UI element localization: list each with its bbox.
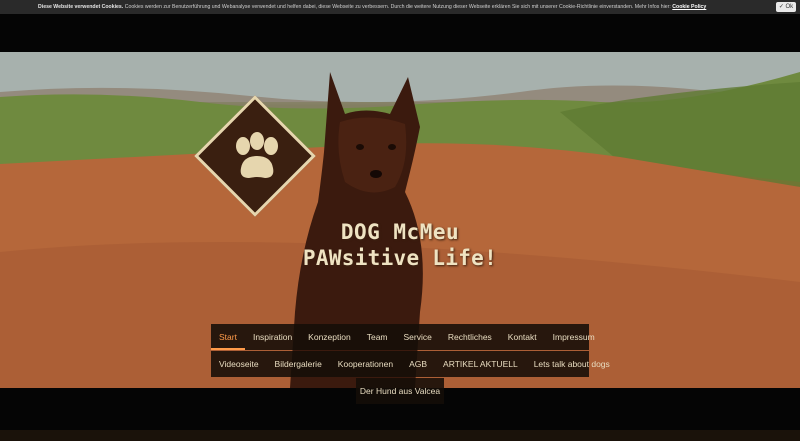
site-subtitle: PAWsitive Life! bbox=[302, 246, 498, 270]
nav-item-impressum[interactable]: Impressum bbox=[545, 324, 603, 350]
cookie-heading: Diese Website verwendet Cookies. bbox=[38, 4, 124, 10]
nav-item-lets-talk-about-dogs[interactable]: Lets talk about dogs bbox=[526, 351, 618, 377]
nav-item-service[interactable]: Service bbox=[396, 324, 440, 350]
cookie-ok-label: Ok bbox=[785, 4, 794, 10]
check-icon: ✓ bbox=[778, 4, 784, 10]
nav-item-agb[interactable]: AGB bbox=[401, 351, 435, 377]
nav-item-der-hund-aus-valcea[interactable]: Der Hund aus Valcea bbox=[352, 378, 448, 404]
nav-item-kooperationen[interactable]: Kooperationen bbox=[330, 351, 401, 377]
nav-item-artikel-aktuell[interactable]: ARTIKEL AKTUELL bbox=[435, 351, 526, 377]
nav-row-3: Der Hund aus Valcea bbox=[356, 378, 444, 404]
cookie-message: Diese Website verwendet Cookies. Cookies… bbox=[38, 0, 706, 14]
paw-icon bbox=[236, 132, 278, 178]
nav-item-bildergalerie[interactable]: Bildergalerie bbox=[267, 351, 330, 377]
nav-row-1: Start Inspiration Konzeption Team Servic… bbox=[211, 324, 595, 350]
cookie-ok-button[interactable]: ✓ Ok bbox=[776, 2, 796, 12]
nav-item-start[interactable]: Start bbox=[211, 324, 245, 350]
footer-strip bbox=[0, 430, 800, 441]
site-title: DOG McMeu bbox=[340, 220, 460, 244]
nav-item-konzeption[interactable]: Konzeption bbox=[300, 324, 359, 350]
nav-item-rechtliches[interactable]: Rechtliches bbox=[440, 324, 500, 350]
nav-item-inspiration[interactable]: Inspiration bbox=[245, 324, 300, 350]
nav-item-videoseite[interactable]: Videoseite bbox=[211, 351, 267, 377]
cookie-policy-link[interactable]: Cookie Policy bbox=[672, 4, 706, 10]
cookie-body: Cookies werden zur Benutzerführung und W… bbox=[124, 4, 671, 10]
nav-item-team[interactable]: Team bbox=[359, 324, 396, 350]
cookie-banner: Diese Website verwendet Cookies. Cookies… bbox=[0, 0, 800, 14]
nav-item-kontakt[interactable]: Kontakt bbox=[500, 324, 545, 350]
nav-row-2: Videoseite Bildergalerie Kooperationen A… bbox=[211, 351, 610, 377]
